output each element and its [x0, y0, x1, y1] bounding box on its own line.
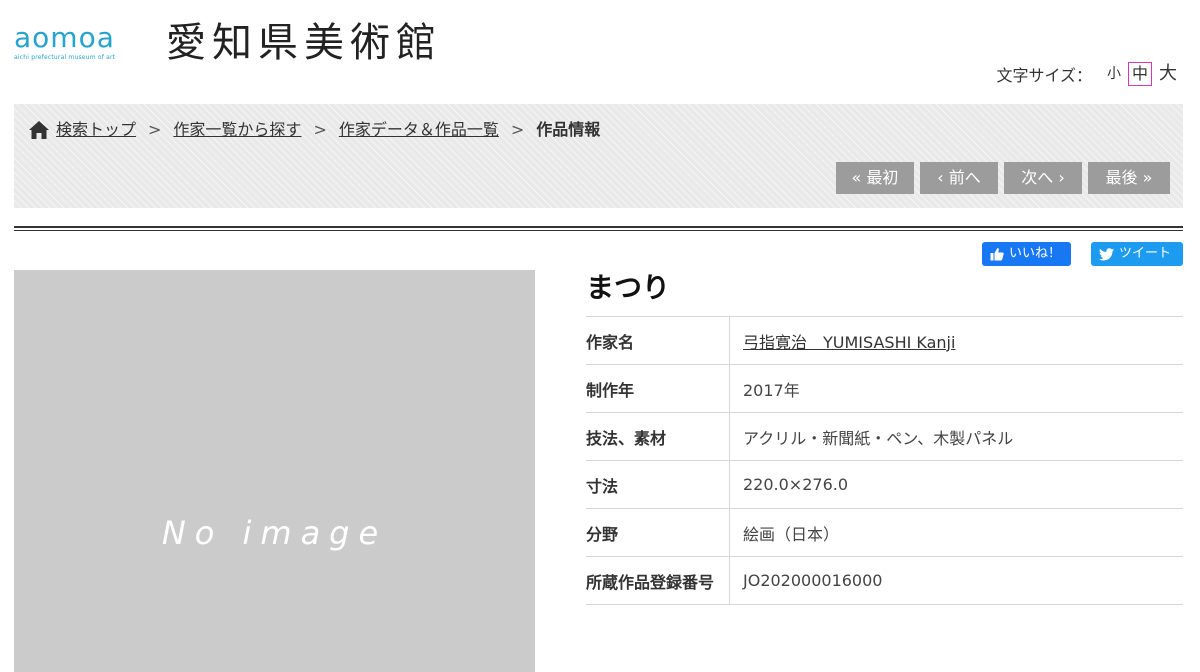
facebook-like-button[interactable]: いいね！ [981, 242, 1071, 266]
twitter-bird-icon [1098, 247, 1114, 260]
table-row: 分野 絵画（日本） [586, 509, 1183, 557]
table-row: 所蔵作品登録番号 JO202000016000 [586, 557, 1183, 605]
row-label: 技法、素材 [586, 413, 730, 460]
table-row: 技法、素材 アクリル・新聞紙・ペン、木製パネル [586, 413, 1183, 461]
row-value: 2017年 [743, 380, 800, 400]
breadcrumb-separator: > [510, 120, 525, 139]
next-button[interactable]: 次へ › [1004, 162, 1082, 194]
no-image-text: No image [161, 514, 388, 552]
breadcrumb: 検索トップ > 作家一覧から探す > 作家データ＆作品一覧 > 作品情報 [28, 118, 600, 142]
tweet-button[interactable]: ツイート [1090, 242, 1183, 266]
home-icon[interactable] [28, 120, 50, 140]
font-size-switcher: 文字サイズ： 小 中 大 [996, 62, 1180, 86]
breadcrumb-search-top[interactable]: 検索トップ [56, 118, 136, 142]
breadcrumb-artist-list[interactable]: 作家一覧から探す [173, 118, 301, 142]
breadcrumb-current: 作品情報 [536, 120, 601, 139]
work-title: まつり [586, 271, 671, 304]
font-size-label: 文字サイズ： [996, 66, 1092, 85]
row-value: 弓指寛治 YUMISASHI Kanji [730, 317, 1183, 364]
site-name: 愛知県美術館 [166, 20, 442, 66]
logo-subtext: aichi prefectural museum of art [14, 54, 116, 61]
artist-link[interactable]: 弓指寛治 YUMISASHI Kanji [743, 329, 955, 353]
work-info-table: 作家名 弓指寛治 YUMISASHI Kanji 制作年 2017年 技法、素材… [586, 316, 1183, 605]
like-label: いいね！ [1008, 246, 1061, 261]
font-size-small[interactable]: 小 [1104, 63, 1124, 85]
last-button[interactable]: 最後 » [1088, 162, 1170, 194]
tweet-label: ツイート [1118, 246, 1171, 261]
row-label: 分野 [586, 509, 730, 556]
row-value: 220.0×276.0 [743, 475, 849, 494]
breadcrumb-separator: > [148, 120, 162, 139]
table-row: 作家名 弓指寛治 YUMISASHI Kanji [586, 317, 1183, 365]
font-size-medium[interactable]: 中 [1127, 62, 1152, 86]
divider [14, 226, 1183, 231]
breadcrumb-artist-data[interactable]: 作家データ＆作品一覧 [339, 118, 499, 142]
first-button[interactable]: « 最初 [836, 162, 914, 194]
breadcrumb-separator: > [313, 120, 327, 139]
table-row: 制作年 2017年 [586, 365, 1183, 413]
font-size-large[interactable]: 大 [1156, 63, 1180, 85]
artwork-image-placeholder: No image [14, 270, 535, 672]
thumbs-up-icon [990, 248, 1004, 261]
row-label: 作家名 [586, 317, 730, 364]
table-row: 寸法 220.0×276.0 [586, 461, 1183, 509]
social-buttons: いいね！ ツイート [981, 242, 1183, 266]
pager: « 最初 ‹ 前へ 次へ › 最後 » [830, 162, 1170, 194]
row-label: 所蔵作品登録番号 [586, 557, 730, 604]
logo-text: aomoa [14, 21, 115, 54]
breadcrumb-panel: 検索トップ > 作家一覧から探す > 作家データ＆作品一覧 > 作品情報 « 最… [14, 104, 1183, 208]
row-label: 寸法 [586, 461, 730, 508]
row-value: 絵画（日本） [743, 524, 840, 544]
row-value: アクリル・新聞紙・ペン、木製パネル [743, 428, 1014, 448]
prev-button[interactable]: ‹ 前へ [920, 162, 998, 194]
row-label: 制作年 [586, 365, 730, 412]
row-value: JO202000016000 [743, 571, 883, 590]
site-logo[interactable]: aomoa aichi prefectural museum of art [14, 24, 144, 64]
